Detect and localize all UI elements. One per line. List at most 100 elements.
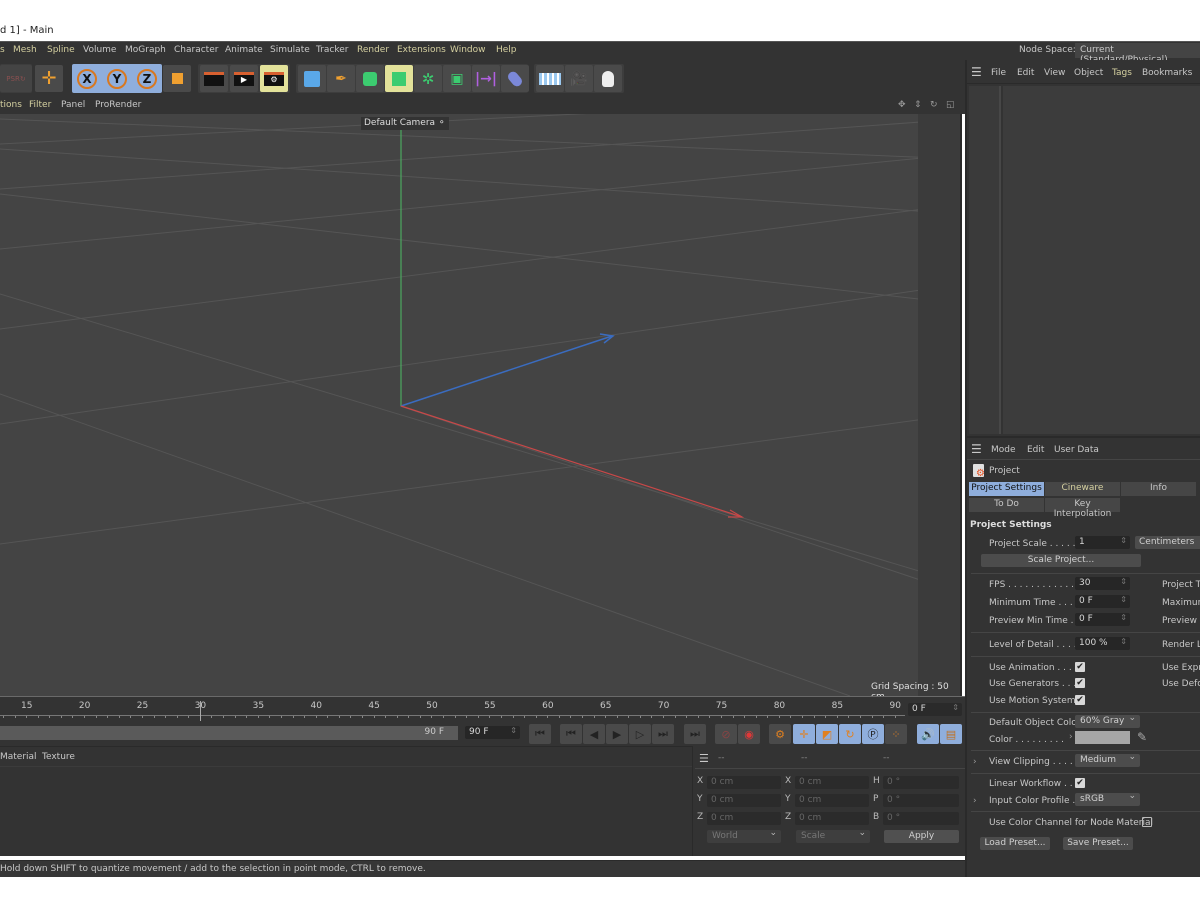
viewport-maximize-icon[interactable]: ◱: [946, 100, 955, 110]
menu-tracker[interactable]: Tracker: [316, 45, 348, 55]
color-expand-icon[interactable]: ›: [1069, 732, 1073, 742]
objmgr-menu-object[interactable]: Object: [1074, 68, 1103, 78]
tab-project-settings[interactable]: Project Settings: [969, 482, 1044, 496]
render-settings-icon[interactable]: ⚙: [260, 65, 288, 92]
rotation-field[interactable]: 0 °: [883, 812, 959, 825]
material-manager-area[interactable]: [0, 766, 692, 856]
use-motion-checkbox[interactable]: ✔: [1075, 695, 1085, 705]
linear-workflow-checkbox[interactable]: ✔: [1075, 778, 1085, 788]
menu-volume[interactable]: Volume: [83, 45, 116, 55]
scale-field[interactable]: 0 cm: [795, 794, 869, 807]
object-list[interactable]: [1003, 86, 1200, 434]
menu-mesh[interactable]: Mesh: [13, 45, 37, 55]
cube-icon[interactable]: [298, 65, 326, 92]
floor-icon[interactable]: [536, 65, 564, 92]
hamburger-icon[interactable]: ☰: [699, 752, 709, 765]
tab-cineware[interactable]: Cineware: [1045, 482, 1120, 496]
hamburger-icon[interactable]: ☰: [971, 442, 982, 456]
eyedropper-icon[interactable]: ✎: [1137, 730, 1147, 744]
hamburger-icon[interactable]: ☰: [971, 65, 982, 79]
scale-field[interactable]: 0 cm: [795, 812, 869, 825]
preview-min-time-field[interactable]: 0 F ⇕: [1075, 613, 1130, 626]
next-frame-button[interactable]: ▷: [629, 724, 651, 744]
tab-info[interactable]: Info: [1121, 482, 1196, 496]
previous-frame-button[interactable]: ◀: [583, 724, 605, 744]
level-of-detail-field[interactable]: 100 % ⇕: [1075, 637, 1130, 650]
extrude-icon[interactable]: [385, 65, 413, 92]
current-frame-field[interactable]: 0 F ⇕: [908, 703, 962, 716]
render-view-icon[interactable]: [200, 65, 228, 92]
coordinate-system-icon[interactable]: [163, 65, 191, 92]
coord-type-dropdown[interactable]: Scale: [796, 828, 870, 843]
attr-menu-mode[interactable]: Mode: [991, 445, 1016, 455]
tab-key-interpolation[interactable]: Key Interpolation: [1045, 498, 1120, 519]
viewport-rotate-icon[interactable]: ↻: [930, 100, 938, 110]
record-key-icon[interactable]: ⊘: [715, 724, 737, 744]
timeline-film-icon[interactable]: ▤: [940, 724, 962, 744]
view-clipping-dropdown[interactable]: Medium: [1075, 752, 1140, 767]
cloner-icon[interactable]: ✲: [414, 65, 442, 92]
position-field[interactable]: 0 cm: [707, 794, 781, 807]
color-swatch[interactable]: [1075, 731, 1130, 744]
use-animation-checkbox[interactable]: ✔: [1075, 662, 1085, 672]
default-object-color-dropdown[interactable]: 60% Gray: [1075, 713, 1140, 728]
viewport-menu-options[interactable]: tions: [0, 100, 22, 110]
objmgr-menu-edit[interactable]: Edit: [1017, 68, 1034, 78]
psr-icon[interactable]: PSR↻: [0, 65, 32, 92]
menu-render[interactable]: Render: [357, 45, 389, 55]
objmgr-menu-view[interactable]: View: [1044, 68, 1065, 78]
next-key-button[interactable]: ⏭: [652, 724, 674, 744]
camera-label[interactable]: Default Camera ⚬: [361, 117, 449, 130]
pen-spline-icon[interactable]: ✒: [327, 65, 355, 92]
load-preset-button[interactable]: Load Preset...: [980, 837, 1050, 850]
attr-menu-edit[interactable]: Edit: [1027, 445, 1044, 455]
viewport-menu-filter[interactable]: Filter: [29, 100, 51, 110]
playhead-marker[interactable]: [200, 701, 201, 721]
go-to-end-button[interactable]: ⏭: [684, 724, 706, 744]
menu-help[interactable]: Help: [496, 45, 517, 55]
deformer-icon[interactable]: [501, 65, 529, 92]
subdivision-icon[interactable]: [356, 65, 384, 92]
menu-character[interactable]: Character: [174, 45, 218, 55]
x-axis-lock-icon[interactable]: X: [73, 65, 101, 92]
camera-icon[interactable]: 🎥: [565, 65, 593, 92]
render-picture-viewer-icon[interactable]: ▶: [230, 65, 258, 92]
frame-range-slider[interactable]: 90 F: [0, 726, 458, 740]
y-axis-lock-icon[interactable]: Y: [103, 65, 131, 92]
viewport-move-icon[interactable]: ✥: [898, 100, 906, 110]
end-frame-field[interactable]: 90 F ⇕: [465, 726, 520, 739]
key-parameter-icon[interactable]: Ⓟ: [862, 724, 884, 744]
project-scale-unit-dropdown[interactable]: Centimeters: [1135, 536, 1200, 549]
key-pla-icon[interactable]: ⁘: [885, 724, 907, 744]
menu-simulate[interactable]: Simulate: [270, 45, 310, 55]
previous-key-button[interactable]: ⏮: [560, 724, 582, 744]
apply-button[interactable]: Apply: [884, 830, 959, 843]
viewport-zoom-icon[interactable]: ⇕: [914, 100, 922, 110]
tab-to-do[interactable]: To Do: [969, 498, 1044, 512]
input-profile-expand-icon[interactable]: ›: [973, 796, 977, 806]
key-rotation-icon[interactable]: ↻: [839, 724, 861, 744]
keyframe-selection-icon[interactable]: ⚙: [769, 724, 791, 744]
menu-mograph[interactable]: MoGraph: [125, 45, 166, 55]
node-space-dropdown[interactable]: Current (Standard/Physical): [1075, 43, 1200, 65]
viewport-menu-panel[interactable]: Panel: [61, 100, 85, 110]
fps-field[interactable]: 30 ⇕: [1075, 577, 1130, 590]
menu-item[interactable]: s: [0, 45, 5, 55]
symmetry-icon[interactable]: |→|: [472, 65, 500, 92]
menu-animate[interactable]: Animate: [225, 45, 263, 55]
z-axis-lock-icon[interactable]: Z: [133, 65, 161, 92]
play-button[interactable]: ▶: [606, 724, 628, 744]
material-menu-material[interactable]: Material: [0, 752, 37, 762]
3d-viewport[interactable]: Default Camera ⚬ Grid Spacing : 50 cm: [0, 114, 962, 696]
autokey-icon[interactable]: ◉: [738, 724, 760, 744]
position-field[interactable]: 0 cm: [707, 812, 781, 825]
key-scale-icon[interactable]: ◩: [816, 724, 838, 744]
material-menu-texture[interactable]: Texture: [42, 752, 75, 762]
scale-project-button[interactable]: Scale Project...: [981, 554, 1141, 567]
min-time-field[interactable]: 0 F ⇕: [1075, 595, 1130, 608]
scale-field[interactable]: 0 cm: [795, 776, 869, 789]
objmgr-menu-file[interactable]: File: [991, 68, 1006, 78]
menu-extensions[interactable]: Extensions: [397, 45, 446, 55]
objmgr-menu-bookmarks[interactable]: Bookmarks: [1142, 68, 1192, 78]
save-preset-button[interactable]: Save Preset...: [1063, 837, 1133, 850]
